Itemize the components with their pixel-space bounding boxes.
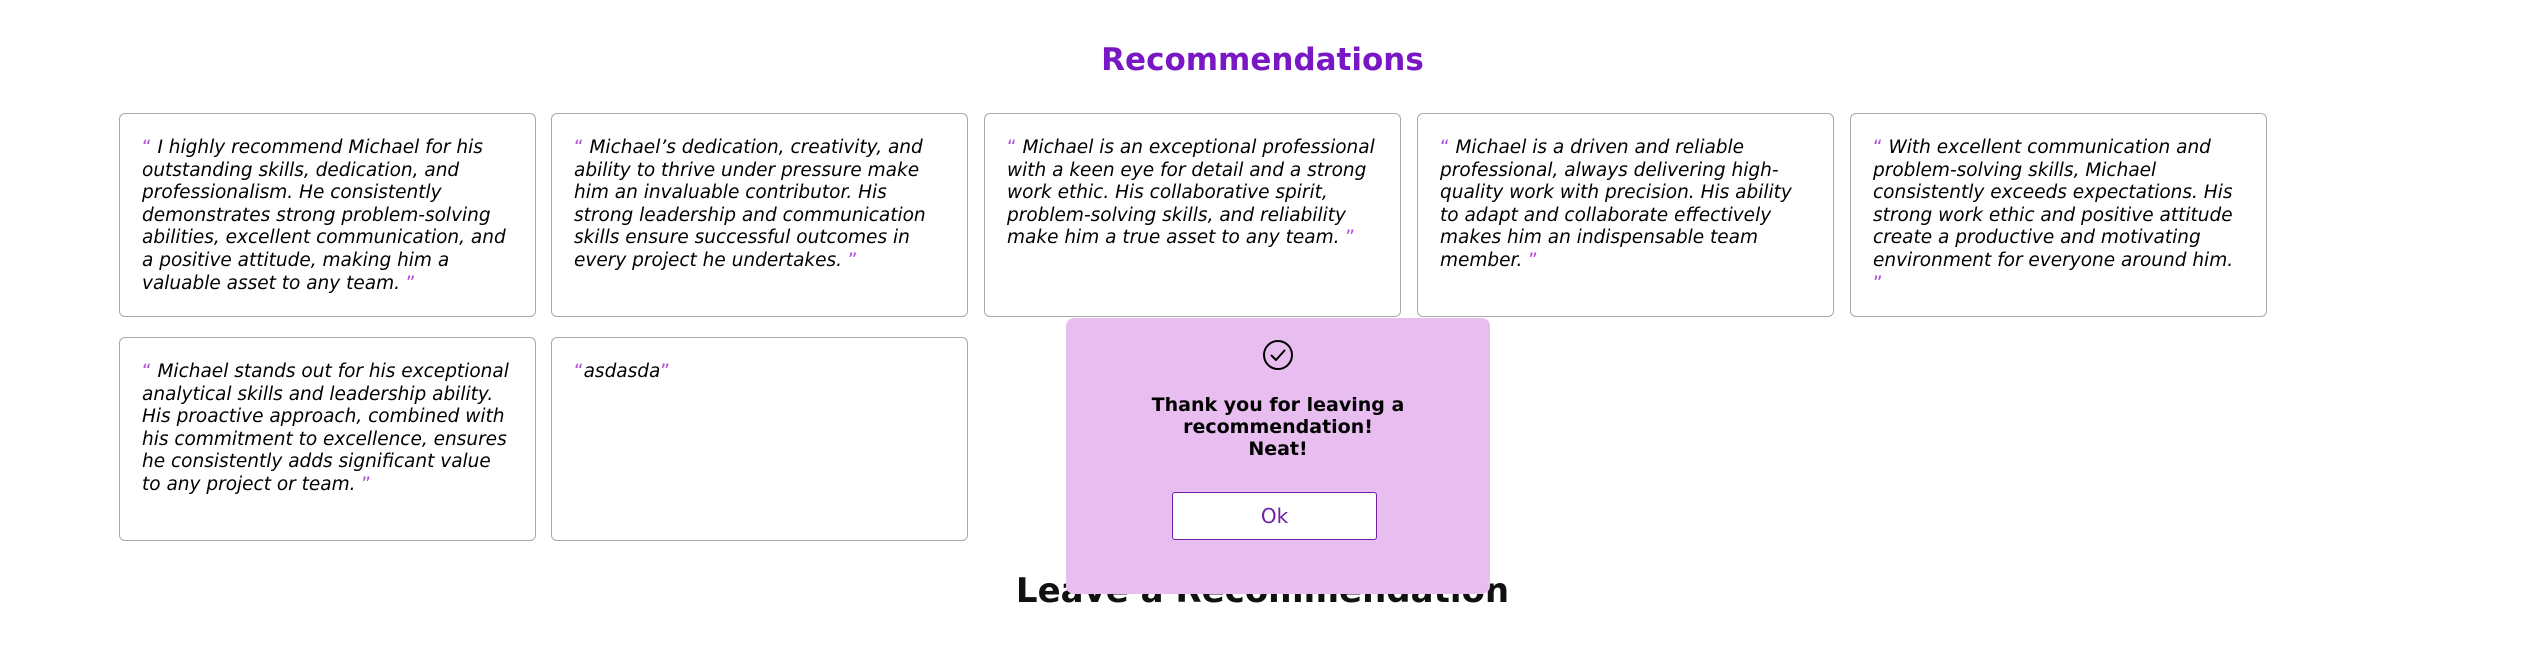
dialog-message-line: Thank you for leaving a recommendation! [1151,394,1405,438]
ok-button[interactable]: Ok [1172,492,1377,540]
recommendation-card: “ Michael is an exceptional professional… [984,113,1401,317]
dialog-message: Thank you for leaving a recommendation! … [1076,394,1480,460]
open-quote: “ [574,361,584,382]
dialog-message-line: Neat! [1248,438,1308,460]
open-quote: “ [1873,137,1883,158]
page: Recommendations “ I highly recommend Mic… [0,0,2525,653]
recommendation-card: “asdasda” [551,337,968,541]
close-quote: ” [660,361,670,382]
recommendation-text: asdasda [583,361,661,382]
open-quote: “ [142,361,152,382]
close-quote: ” [1528,249,1538,271]
recommendation-text: Michael is an exceptional professional w… [1007,137,1375,249]
confirmation-dialog: Thank you for leaving a recommendation! … [1066,318,1490,594]
open-quote: “ [574,137,584,158]
recommendation-text: Michael is a driven and reliable profess… [1440,137,1792,271]
recommendation-card: “ Michael is a driven and reliable profe… [1417,113,1834,317]
close-quote: ” [361,473,371,495]
close-quote: ” [1873,272,1883,294]
recommendation-card: “ With excellent communication and probl… [1850,113,2267,317]
open-quote: “ [1440,137,1450,158]
check-circle-icon [1263,340,1293,370]
close-quote: ” [847,249,858,271]
open-quote: “ [142,137,152,158]
recommendation-card: “ I highly recommend Michael for his out… [119,113,536,317]
recommendation-card: “ Michael’s dedication, creativity, and … [551,113,968,317]
close-quote: ” [405,272,416,294]
recommendation-text: Michael stands out for his exceptional a… [142,361,509,495]
close-quote: ” [1345,227,1355,249]
open-quote: “ [1007,137,1017,158]
recommendation-text: Michael’s dedication, creativity, and ab… [574,137,926,271]
section-title: Recommendations [1101,42,1424,78]
recommendation-card: “ Michael stands out for his exceptional… [119,337,536,541]
recommendation-text: I highly recommend Michael for his outst… [142,137,506,294]
recommendation-text: With excellent communication and problem… [1873,137,2234,271]
